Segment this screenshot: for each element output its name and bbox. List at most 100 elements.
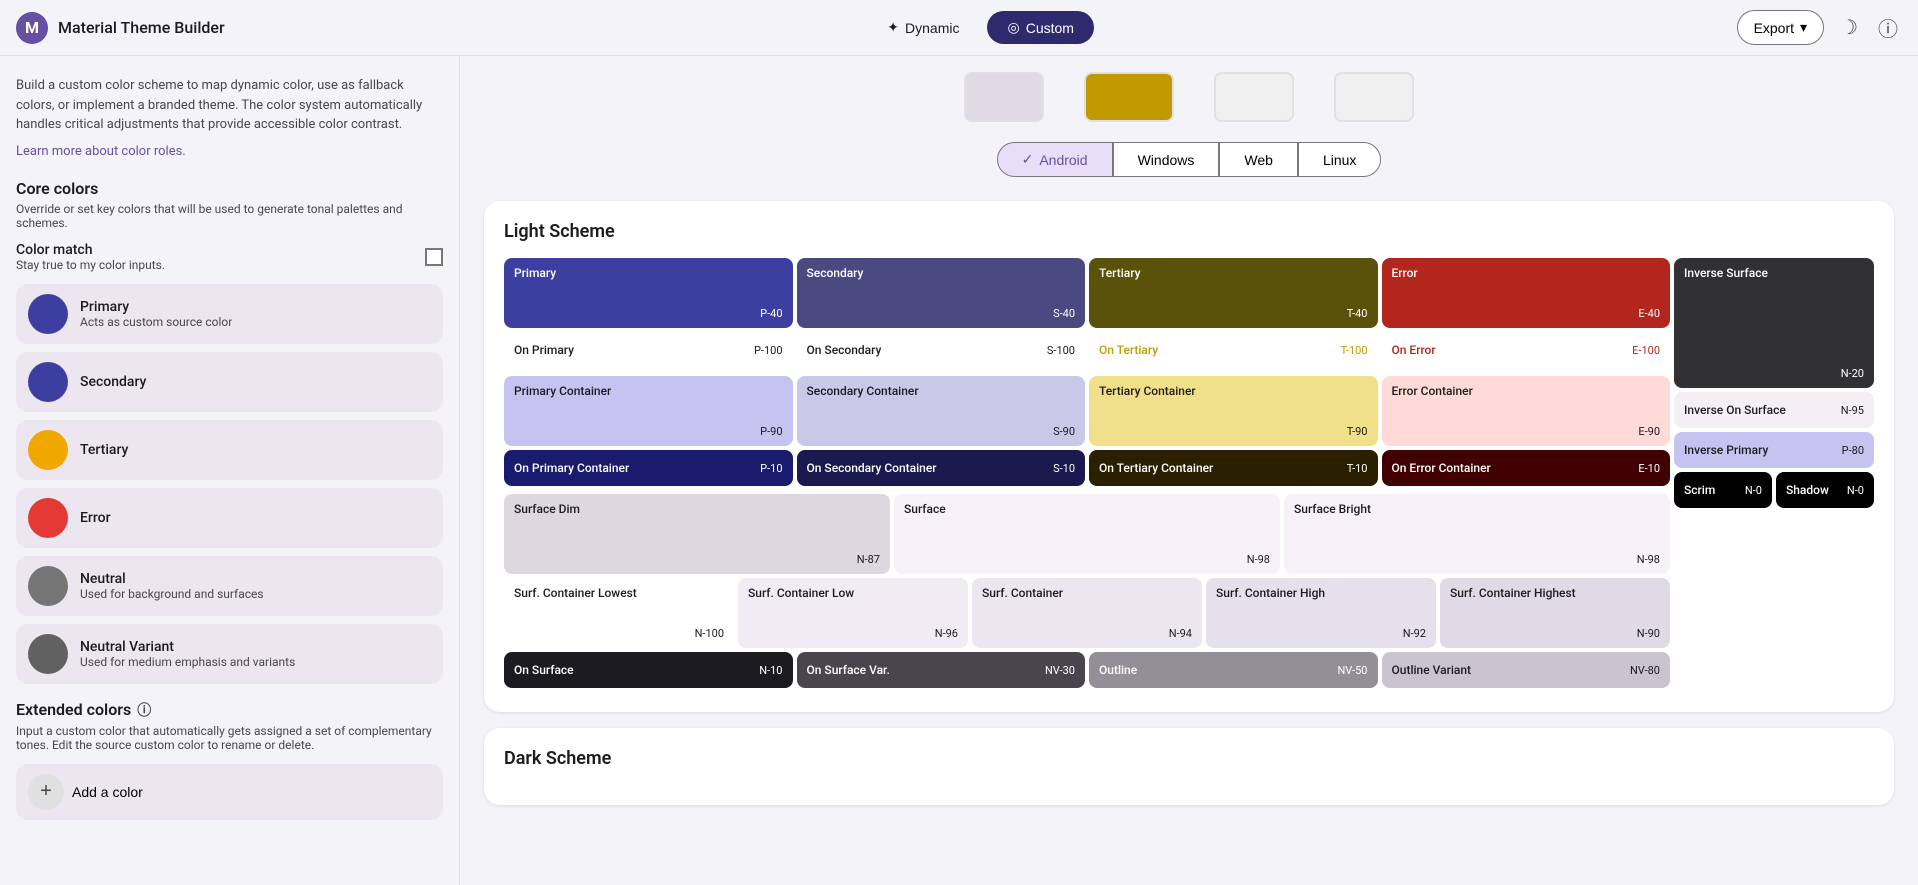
- swatch-row-1: Primary P-40 Secondary S-40 Tertiary T-4…: [504, 258, 1670, 328]
- swatch-label: On Secondary Container: [807, 461, 937, 475]
- swatch-code: S-10: [1053, 462, 1075, 475]
- swatch-label: Inverse Surface: [1684, 266, 1864, 280]
- color-item-error[interactable]: Error: [16, 488, 443, 548]
- dark-mode-button[interactable]: ☽: [1836, 11, 1862, 44]
- color-item-tertiary[interactable]: Tertiary: [16, 420, 443, 480]
- light-scheme-title: Light Scheme: [504, 221, 1874, 242]
- export-button[interactable]: Export ▾: [1737, 10, 1825, 45]
- color-name: Primary: [80, 299, 232, 315]
- info-button[interactable]: ⓘ: [1874, 9, 1902, 46]
- scheme-main: Primary P-40 Secondary S-40 Tertiary T-4…: [504, 258, 1670, 692]
- swatch: Surface N-98: [894, 494, 1280, 574]
- swatch-code: S-100: [1047, 344, 1075, 357]
- color-circle: [28, 634, 68, 674]
- swatch-code: NV-30: [1045, 664, 1075, 677]
- chevron-down-icon: ▾: [1800, 19, 1807, 36]
- platform-tabs: ✓ AndroidWindowsWebLinux: [484, 142, 1894, 177]
- color-match-sub: Stay true to my color inputs.: [16, 258, 165, 272]
- add-color-button[interactable]: + Add a color: [16, 764, 443, 820]
- swatch: Secondary S-40: [797, 258, 1086, 328]
- swatch: Secondary Container S-90: [797, 376, 1086, 446]
- platform-tab-android[interactable]: ✓ Android: [997, 142, 1113, 177]
- swatch-code: N-100: [514, 627, 724, 640]
- color-match-label: Color match: [16, 242, 165, 258]
- swatch-label: Error Container: [1392, 384, 1661, 398]
- swatch-code: N-10: [759, 664, 782, 677]
- device-3: [1214, 72, 1294, 122]
- color-item-secondary[interactable]: Secondary: [16, 352, 443, 412]
- swatch-code: P-90: [514, 425, 783, 438]
- swatch-label: On Secondary: [807, 343, 882, 357]
- color-match-checkbox[interactable]: [425, 248, 443, 266]
- color-desc: Acts as custom source color: [80, 315, 232, 329]
- swatch-label: Error: [1392, 266, 1661, 280]
- swatch-label: On Primary: [514, 343, 574, 357]
- scheme-right-col: Inverse Surface N-20 Inverse On Surface …: [1674, 258, 1874, 692]
- platform-tab-windows[interactable]: Windows: [1113, 142, 1220, 177]
- device-4: [1334, 72, 1414, 122]
- color-circle: [28, 498, 68, 538]
- dark-scheme-card: Dark Scheme: [484, 728, 1894, 805]
- swatch-code: T-100: [1341, 344, 1368, 357]
- swatch: Surf. Container Lowest N-100: [504, 578, 734, 648]
- swatch-code: S-40: [807, 307, 1076, 320]
- swatch-label: Inverse On Surface: [1684, 403, 1786, 417]
- swatch-label: On Surface Var.: [807, 663, 890, 677]
- swatch-code: E-10: [1638, 462, 1660, 475]
- platform-tab-web[interactable]: Web: [1219, 142, 1298, 177]
- swatch-code: N-94: [982, 627, 1192, 640]
- device-1: [964, 72, 1044, 122]
- swatch: Primary P-40: [504, 258, 793, 328]
- color-item-neutral-variant[interactable]: Neutral Variant Used for medium emphasis…: [16, 624, 443, 684]
- swatch-label: Surface Dim: [514, 502, 880, 516]
- check-icon: ✓: [1022, 151, 1034, 168]
- header-right: Export ▾ ☽ ⓘ: [1737, 9, 1902, 46]
- color-match-text: Color match Stay true to my color inputs…: [16, 242, 165, 272]
- swatch-label: Outline Variant: [1392, 663, 1472, 677]
- swatch-code: E-40: [1392, 307, 1661, 320]
- swatch-label: Outline: [1099, 663, 1137, 677]
- swatch-code: T-90: [1099, 425, 1368, 438]
- core-colors-title: Core colors: [16, 179, 443, 198]
- nav-dynamic-btn[interactable]: ✦ Dynamic: [867, 11, 979, 44]
- sidebar: Build a custom color scheme to map dynam…: [0, 56, 460, 885]
- content-area: ✓ AndroidWindowsWebLinux Light Scheme Pr…: [460, 56, 1918, 885]
- color-circle: [28, 362, 68, 402]
- learn-more-link[interactable]: Learn more about color roles.: [16, 144, 186, 159]
- platform-tab-linux[interactable]: Linux: [1298, 142, 1381, 177]
- nav-custom-btn[interactable]: ◎ Custom: [987, 11, 1093, 44]
- swatch-code: P-100: [754, 344, 783, 357]
- flat-swatch: Inverse On Surface N-95: [1674, 392, 1874, 428]
- swatch-code: N-95: [1841, 404, 1864, 417]
- color-name: Neutral Variant: [80, 639, 295, 655]
- swatch-label: Surf. Container Lowest: [514, 586, 724, 600]
- swatch-code: N-98: [1294, 553, 1660, 566]
- swatch-code: P-80: [1842, 444, 1864, 457]
- swatch-code: E-90: [1392, 425, 1661, 438]
- color-item-neutral[interactable]: Neutral Used for background and surfaces: [16, 556, 443, 616]
- color-name: Tertiary: [80, 442, 128, 458]
- flat-swatch: Inverse Primary P-80: [1674, 432, 1874, 468]
- swatch-code: N-90: [1450, 627, 1660, 640]
- swatch: Surf. Container Highest N-90: [1440, 578, 1670, 648]
- swatch: Surf. Container Low N-96: [738, 578, 968, 648]
- swatch-code: N-96: [748, 627, 958, 640]
- swatch-code: N-92: [1216, 627, 1426, 640]
- color-circle: [28, 430, 68, 470]
- extended-colors-title: Extended colors ⓘ: [16, 700, 443, 720]
- flat-swatch: Scrim N-0: [1674, 472, 1772, 508]
- color-desc: Used for background and surfaces: [80, 587, 264, 601]
- sidebar-description: Build a custom color scheme to map dynam…: [16, 76, 443, 135]
- nav-tabs: ✦ Dynamic ◎ Custom: [225, 11, 1737, 44]
- device-2: [1084, 72, 1174, 122]
- swatch: Error E-40: [1382, 258, 1671, 328]
- swatch-label: Shadow: [1786, 483, 1829, 497]
- swatch-label: Primary: [514, 266, 783, 280]
- swatch: Primary Container P-90: [504, 376, 793, 446]
- swatch: Error Container E-90: [1382, 376, 1671, 446]
- color-item-primary[interactable]: Primary Acts as custom source color: [16, 284, 443, 344]
- dynamic-icon: ✦: [887, 19, 899, 36]
- swatch-code: S-90: [807, 425, 1076, 438]
- swatch-label: Inverse Primary: [1684, 443, 1768, 457]
- flat-swatch: On Surface N-10: [504, 652, 793, 688]
